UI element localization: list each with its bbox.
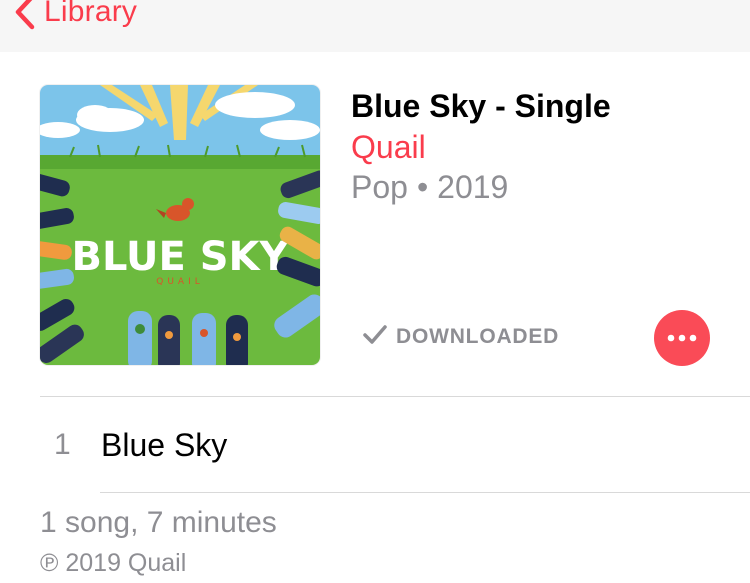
copyright-notice: ℗ 2019 Quail bbox=[40, 549, 187, 577]
ellipsis-icon bbox=[667, 329, 697, 347]
checkmark-icon bbox=[362, 324, 388, 351]
divider bbox=[40, 396, 750, 397]
track-title: Blue Sky bbox=[101, 427, 228, 463]
back-button-label: Library bbox=[44, 0, 138, 28]
artist-link[interactable]: Quail bbox=[351, 129, 426, 166]
download-status-label: DOWNLOADED bbox=[396, 325, 560, 348]
meta-separator: • bbox=[416, 169, 429, 205]
download-status: DOWNLOADED bbox=[362, 322, 559, 352]
track-number: 1 bbox=[54, 428, 71, 461]
chevron-left-icon bbox=[14, 0, 36, 30]
album-title: Blue Sky - Single bbox=[351, 88, 611, 124]
artwork-title: BLUE SKY bbox=[71, 234, 289, 280]
album-year: 2019 bbox=[437, 169, 509, 205]
track-row[interactable]: 1 Blue Sky bbox=[0, 398, 750, 492]
album-genre: Pop bbox=[351, 169, 408, 205]
artwork-subtitle: QUAIL bbox=[156, 277, 204, 287]
back-button[interactable]: Library bbox=[14, 0, 137, 32]
divider bbox=[100, 492, 750, 493]
album-summary: 1 song, 7 minutes bbox=[40, 506, 277, 539]
navigation-bar: Library bbox=[0, 0, 750, 52]
more-options-button[interactable] bbox=[654, 310, 710, 366]
album-genre-year: Pop • 2019 bbox=[351, 169, 508, 206]
album-artwork[interactable]: BLUE SKY QUAIL bbox=[40, 85, 320, 365]
